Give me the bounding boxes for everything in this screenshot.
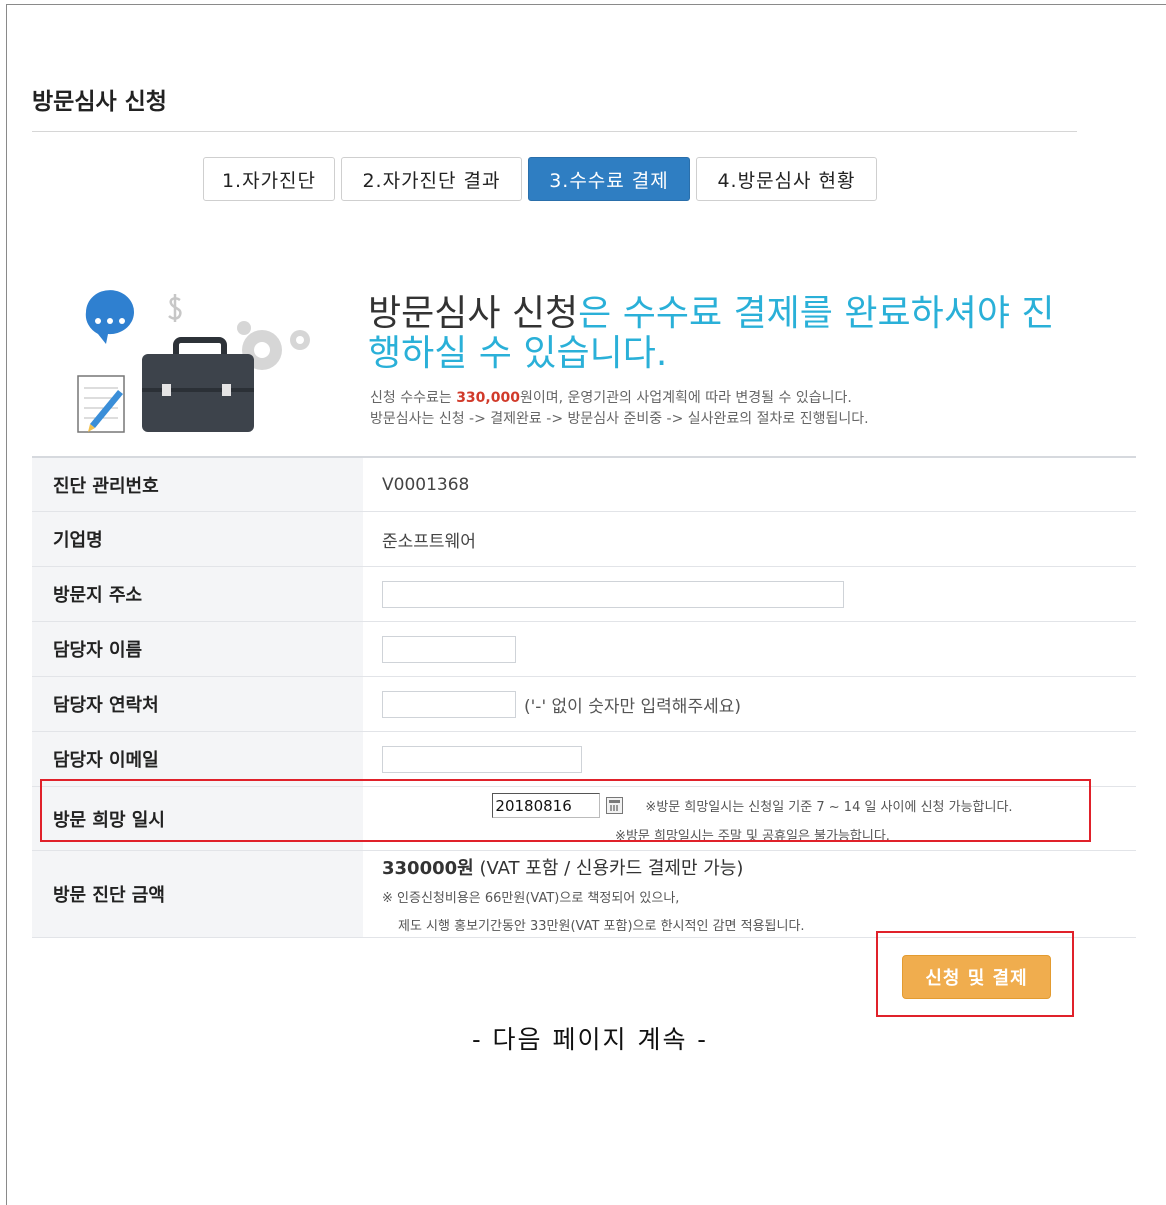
contact-phone-input[interactable] [382, 690, 516, 718]
visit-amount-value: 330000원 (VAT 포함 / 신용카드 결제만 가능) [382, 854, 743, 880]
row-visit-amount: 방문 진단 금액 330000원 (VAT 포함 / 신용카드 결제만 가능) … [32, 851, 1136, 938]
briefcase-icon [142, 337, 254, 432]
label-contact-phone: 담당자 연락처 [32, 677, 363, 731]
fee-notice: 신청 수수료는 330,000원이며, 운영기관의 사업계획에 따라 변경될 수… [370, 388, 869, 430]
headline-emphasis: 방문심사 신청 [368, 293, 579, 334]
dollar-icon [168, 294, 182, 322]
amount-condition: (VAT 포함 / 신용카드 결제만 가능) [473, 858, 744, 879]
amount-number: 330000원 [382, 858, 474, 879]
contact-phone-cell: ('-' 없이 숫자만 입력해주세요) [363, 677, 1136, 731]
fee-notice-suffix: 원이며, 운영기관의 사업계획에 따라 변경될 수 있습니다. [519, 390, 852, 406]
title-divider [32, 131, 1077, 132]
label-company: 기업명 [32, 512, 363, 566]
label-contact-email: 담당자 이메일 [32, 732, 363, 786]
amount-note-2: 제도 시행 홍보기간동안 33만원(VAT 포함)으로 한시적인 감면 적용됩니… [398, 919, 805, 934]
fee-amount: 330,000 [456, 390, 520, 406]
row-address: 방문지 주소 [32, 567, 1136, 622]
contact-name-input[interactable] [382, 635, 516, 663]
label-mgmt-no: 진단 관리번호 [32, 458, 363, 511]
briefcase-illustration [77, 290, 310, 433]
page-title: 방문심사 신청 [32, 89, 167, 115]
label-visit-amount: 방문 진단 금액 [32, 851, 363, 937]
address-input[interactable] [382, 580, 844, 608]
value-company: 준소프트웨어 [382, 531, 476, 552]
contact-name-cell [363, 622, 1136, 676]
tab-self-diagnosis[interactable]: 1.자가진단 [203, 157, 335, 201]
intro-headline: 방문심사 신청은 수수료 결제를 완료하셔야 진행하실 수 있습니다. [368, 294, 1068, 374]
row-company: 기업명 준소프트웨어 [32, 512, 1136, 567]
label-contact-name: 담당자 이름 [32, 622, 363, 676]
apply-and-pay-button[interactable]: 신청 및 결제 [902, 955, 1051, 999]
application-form: 진단 관리번호 V0001368 기업명 준소프트웨어 방문지 주소 담당자 이… [32, 456, 1136, 938]
annotation-box-visit-date [40, 779, 1091, 842]
row-contact-phone: 담당자 연락처 ('-' 없이 숫자만 입력해주세요) [32, 677, 1136, 732]
label-address: 방문지 주소 [32, 567, 363, 621]
tab-self-diagnosis-result[interactable]: 2.자가진단 결과 [341, 157, 522, 201]
step-tabs: 1.자가진단 2.자가진단 결과 3.수수료 결제 4.방문심사 현황 [203, 157, 877, 201]
row-mgmt-no: 진단 관리번호 V0001368 [32, 458, 1136, 512]
contact-email-input[interactable] [382, 745, 582, 773]
tab-fee-payment[interactable]: 3.수수료 결제 [528, 157, 690, 201]
value-mgmt-no: V0001368 [382, 474, 470, 495]
process-notice: 방문심사는 신청 -> 결제완료 -> 방문심사 준비중 -> 실사완료의 절차… [370, 411, 869, 427]
visit-amount-cell: 330000원 (VAT 포함 / 신용카드 결제만 가능) ※ 인증신청비용은… [363, 851, 1136, 937]
fee-notice-prefix: 신청 수수료는 [370, 390, 457, 406]
phone-format-hint: ('-' 없이 숫자만 입력해주세요) [524, 696, 741, 717]
contact-email-cell [363, 732, 1136, 786]
continue-caption: - 다음 페이지 계속 - [472, 1025, 708, 1054]
address-cell [363, 567, 1136, 621]
amount-note-1: ※ 인증신청비용은 66만원(VAT)으로 책정되어 있으나, [382, 891, 680, 906]
tab-visit-status[interactable]: 4.방문심사 현황 [696, 157, 877, 201]
row-contact-name: 담당자 이름 [32, 622, 1136, 677]
notepad-icon [77, 375, 125, 433]
chat-bubble-icon [85, 290, 134, 344]
